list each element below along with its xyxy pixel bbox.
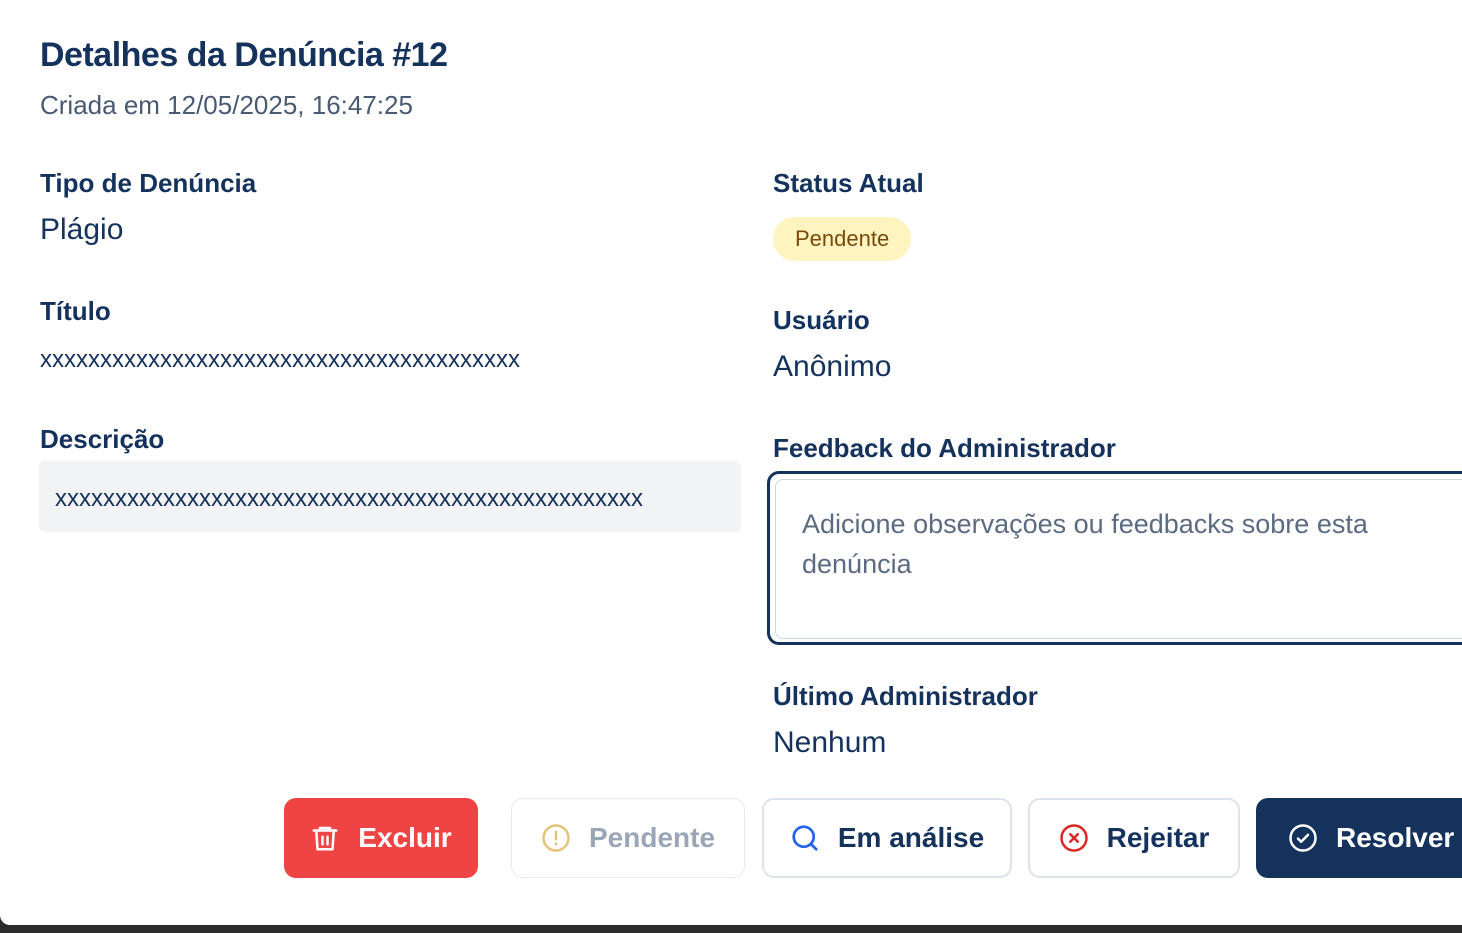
reject-button[interactable]: Rejeitar [1028,798,1240,878]
description-box: xxxxxxxxxxxxxxxxxxxxxxxxxxxxxxxxxxxxxxxx… [39,461,741,532]
delete-button[interactable]: Excluir [284,798,478,878]
report-details-modal: Detalhes da Denúncia #12 Criada em 12/05… [0,0,1462,925]
feedback-label: Feedback do Administrador [773,433,1116,463]
delete-button-label: Excluir [358,822,452,853]
x-circle-icon [1059,824,1088,852]
feedback-textarea[interactable] [775,479,1462,639]
type-value: Plágio [40,213,124,246]
user-label: Usuário [773,305,870,335]
alert-circle-icon [542,824,570,852]
last-admin-label: Último Administrador [773,681,1038,711]
pending-button-label: Pendente [588,822,716,853]
last-admin-value: Nenhum [773,726,887,759]
type-label: Tipo de Denúncia [40,168,257,198]
status-label: Status Atual [773,168,924,198]
description-value: xxxxxxxxxxxxxxxxxxxxxxxxxxxxxxxxxxxxxxxx… [55,485,643,512]
page-title: Detalhes da Denúncia #12 [40,36,448,74]
resolve-button[interactable]: Resolver [1256,798,1462,878]
reject-button-label: Rejeitar [1106,822,1210,853]
title-value: xxxxxxxxxxxxxxxxxxxxxxxxxxxxxxxxxxxxxxxx [40,346,520,373]
analysis-button-label: Em análise [837,822,985,853]
title-label: Título [40,296,111,326]
description-label: Descrição [40,424,165,454]
trash-icon [312,826,338,851]
search-icon [792,825,818,851]
pending-button[interactable]: Pendente [511,798,745,878]
status-badge: Pendente [773,217,912,261]
user-value: Anônimo [773,350,892,383]
created-date: Criada em 12/05/2025, 16:47:25 [40,90,413,120]
resolve-button-label: Resolver [1336,822,1455,853]
analysis-button[interactable]: Em análise [762,798,1012,878]
check-circle-icon [1289,824,1317,852]
feedback-focus-ring [767,471,1462,645]
